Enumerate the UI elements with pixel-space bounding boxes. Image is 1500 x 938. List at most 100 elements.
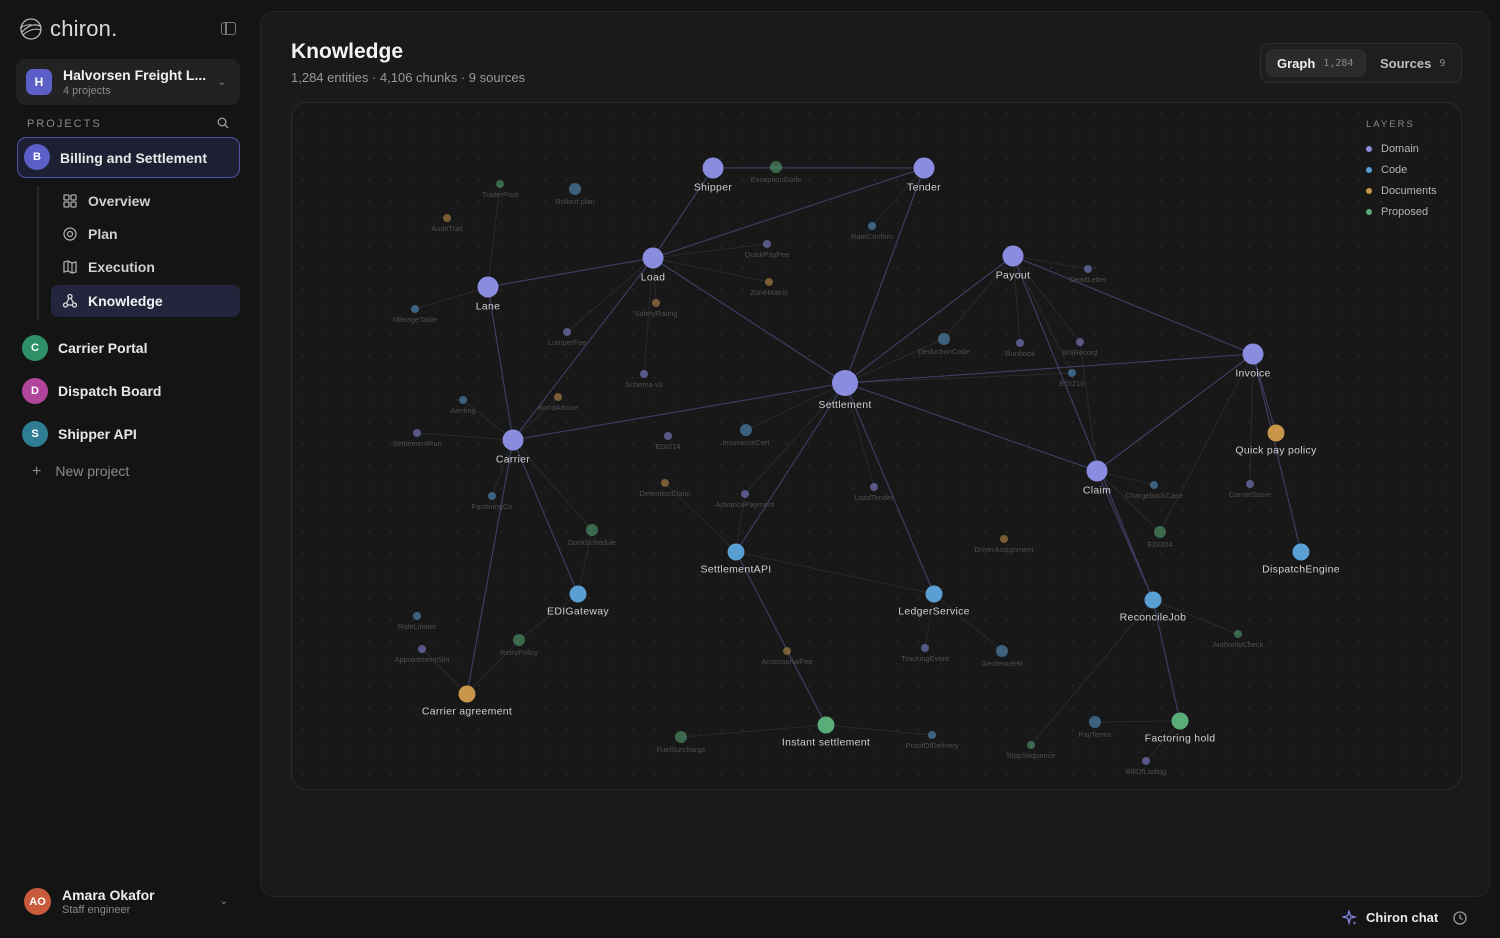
graph-node[interactable]: Rollout plan xyxy=(555,183,595,206)
project-dispatch-board[interactable]: D Dispatch Board xyxy=(20,376,240,406)
nav-plan[interactable]: Plan xyxy=(51,218,240,250)
graph-node-dot[interactable] xyxy=(1089,716,1101,728)
graph-node[interactable]: DriverAssignment xyxy=(974,535,1035,554)
graph-node-dot[interactable] xyxy=(740,424,752,436)
graph-node-dot[interactable] xyxy=(554,393,562,401)
graph-node-dot[interactable] xyxy=(675,731,687,743)
graph-node-dot[interactable] xyxy=(488,492,496,500)
graph-node[interactable]: TrackingEvent xyxy=(901,644,950,663)
graph-node[interactable]: SafetyRating xyxy=(635,299,678,318)
graph-node[interactable]: Quick pay policy xyxy=(1235,424,1317,457)
tab-graph[interactable]: Graph 1,284 xyxy=(1266,49,1366,77)
graph-node[interactable]: DockSchedule xyxy=(568,524,616,547)
graph-node-dot[interactable] xyxy=(1076,338,1084,346)
graph-node[interactable]: FuelSurcharge xyxy=(656,731,706,754)
graph-node[interactable]: ReconcileJob xyxy=(1120,591,1187,624)
graph-node-dot[interactable] xyxy=(1171,712,1189,730)
graph-node-dot[interactable] xyxy=(938,333,950,345)
graph-node[interactable]: Carrier xyxy=(496,429,530,466)
graph-node-dot[interactable] xyxy=(925,585,943,603)
graph-node-dot[interactable] xyxy=(1068,369,1076,377)
graph-node[interactable]: AuditTrail xyxy=(431,214,463,233)
graph-node[interactable]: Alerting xyxy=(450,396,476,415)
graph-node[interactable]: SettlementRun xyxy=(392,429,442,448)
graph-node-dot[interactable] xyxy=(1234,630,1242,638)
graph-node[interactable]: InsuranceCert xyxy=(722,424,770,447)
graph-node-dot[interactable] xyxy=(741,490,749,498)
graph-node-dot[interactable] xyxy=(1144,591,1162,609)
graph-node-dot[interactable] xyxy=(1154,526,1166,538)
graph-node[interactable]: LedgerService xyxy=(898,585,970,618)
graph-node[interactable]: DeductionCode xyxy=(918,333,970,356)
graph-node[interactable]: RateLimiter xyxy=(398,612,437,631)
app-logo[interactable]: chiron. xyxy=(18,16,117,42)
graph-node[interactable]: Lane xyxy=(476,276,501,313)
graph-node-dot[interactable] xyxy=(642,247,664,269)
graph-node[interactable]: Factoring hold xyxy=(1145,712,1216,745)
graph-node-dot[interactable] xyxy=(513,634,525,646)
graph-node[interactable]: GeofenceHit xyxy=(981,645,1024,668)
graph-node-dot[interactable] xyxy=(652,299,660,307)
graph-node[interactable]: Payout xyxy=(996,245,1031,282)
graph-node[interactable]: EDI214 xyxy=(655,432,681,451)
graph-node-dot[interactable] xyxy=(1267,424,1285,442)
graph-node-dot[interactable] xyxy=(1292,543,1310,561)
graph-node[interactable]: Carrier agreement xyxy=(422,685,512,718)
graph-node[interactable]: ExceptionCode xyxy=(751,161,802,184)
graph-node-dot[interactable] xyxy=(1246,480,1254,488)
graph-node-dot[interactable] xyxy=(569,183,581,195)
project-billing-and-settlement[interactable]: B Billing and Settlement xyxy=(17,137,240,178)
graph-node-dot[interactable] xyxy=(870,483,878,491)
graph-node[interactable]: ProofOfDelivery xyxy=(906,731,959,750)
graph-node[interactable]: QuickPayFee xyxy=(744,240,790,259)
graph-node[interactable]: AppointmentSlot xyxy=(394,645,450,664)
graph-node-dot[interactable] xyxy=(413,612,421,620)
graph-node-dot[interactable] xyxy=(459,396,467,404)
graph-node-dot[interactable] xyxy=(458,685,476,703)
graph-node[interactable]: RetryPolicy xyxy=(500,634,538,657)
graph-node-dot[interactable] xyxy=(1000,535,1008,543)
graph-node-dot[interactable] xyxy=(413,429,421,437)
graph-node-dot[interactable] xyxy=(1150,481,1158,489)
graph-node-dot[interactable] xyxy=(586,524,598,536)
graph-node-dot[interactable] xyxy=(727,543,745,561)
graph-node[interactable]: SettlementAPI xyxy=(700,543,771,576)
graph-node[interactable]: RateConfirm xyxy=(851,222,893,241)
graph-node-dot[interactable] xyxy=(1027,741,1035,749)
graph-node-dot[interactable] xyxy=(783,647,791,655)
tab-sources[interactable]: Sources 9 xyxy=(1369,49,1457,77)
graph-node[interactable]: AuthorityCheck xyxy=(1213,630,1264,649)
graph-node[interactable]: BondAdvice xyxy=(538,393,578,412)
graph-node[interactable]: EDIGateway xyxy=(547,585,609,618)
graph-node-dot[interactable] xyxy=(1016,339,1024,347)
graph-node[interactable]: StopSequence xyxy=(1006,741,1056,760)
graph-node-dot[interactable] xyxy=(1242,343,1264,365)
nav-overview[interactable]: Overview xyxy=(51,185,240,217)
graph-node-dot[interactable] xyxy=(563,328,571,336)
workspace-switcher[interactable]: H Halvorsen Freight L... 4 projects ⌄ xyxy=(16,59,240,105)
graph-node[interactable]: Claim xyxy=(1083,460,1111,497)
graph-node-dot[interactable] xyxy=(664,432,672,440)
graph-node-dot[interactable] xyxy=(996,645,1008,657)
graph-node[interactable]: ZoneMatrix xyxy=(750,278,788,297)
graph-node-dot[interactable] xyxy=(763,240,771,248)
graph-node[interactable]: ChargebackCase xyxy=(1125,481,1183,500)
graph-canvas[interactable]: Shipper Tender Load Lane Payout Settlement Inv… xyxy=(292,103,1461,789)
graph-node-dot[interactable] xyxy=(496,180,504,188)
graph-node-dot[interactable] xyxy=(868,222,876,230)
graph-node-dot[interactable] xyxy=(569,585,587,603)
graph-node-dot[interactable] xyxy=(1142,757,1150,765)
search-icon[interactable] xyxy=(217,117,229,129)
history-icon[interactable] xyxy=(1452,910,1468,926)
graph-node-dot[interactable] xyxy=(1084,265,1092,273)
graph-node-dot[interactable] xyxy=(418,645,426,653)
graph-node[interactable]: DetentionClaim xyxy=(639,479,691,498)
graph-node[interactable]: AccessorialFee xyxy=(761,647,813,666)
graph-node-dot[interactable] xyxy=(770,161,782,173)
graph-node-dot[interactable] xyxy=(913,157,935,179)
graph-node[interactable]: LumperFee xyxy=(548,328,586,347)
graph-node-dot[interactable] xyxy=(765,278,773,286)
graph-node-dot[interactable] xyxy=(928,731,936,739)
graph-node-dot[interactable] xyxy=(411,305,419,313)
graph-node-dot[interactable] xyxy=(817,716,835,734)
